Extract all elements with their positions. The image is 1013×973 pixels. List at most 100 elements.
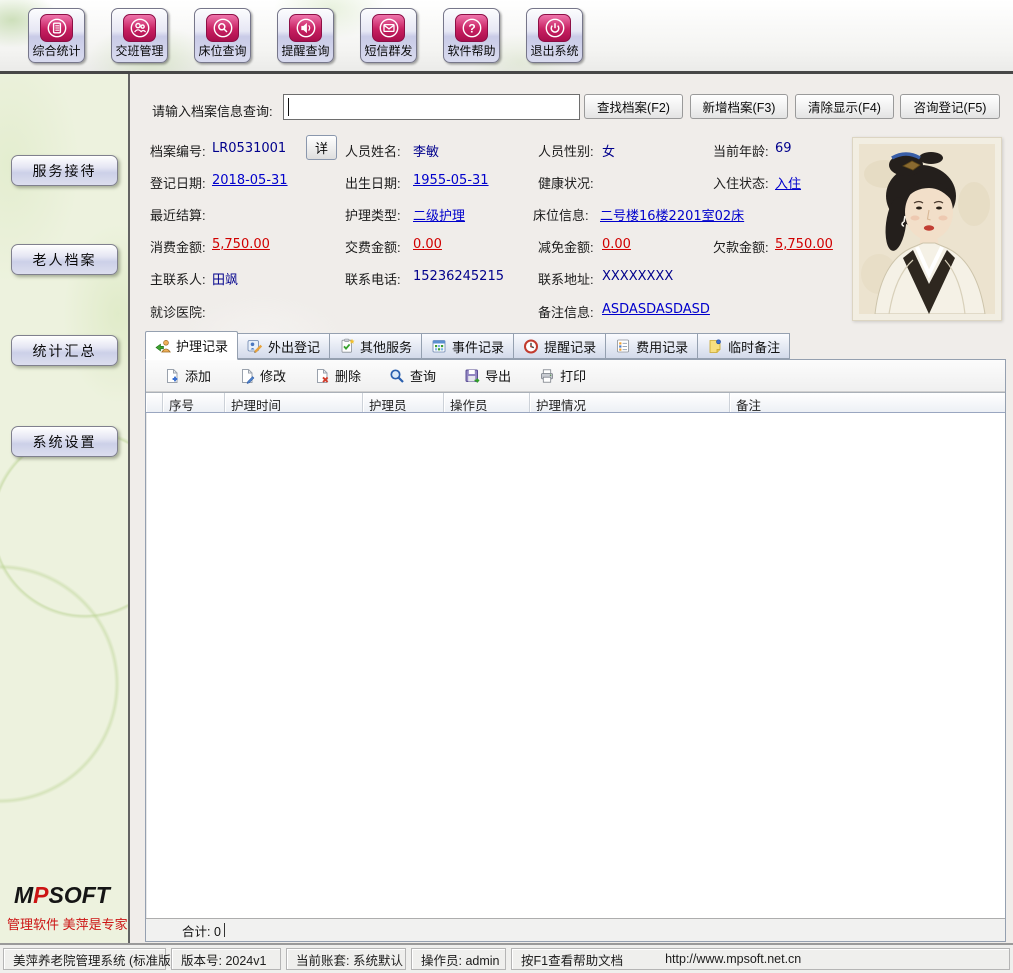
consult-register-button[interactable]: 咨询登记(F5) [900, 94, 1000, 119]
toolbar-button-label: 退出系统 [530, 45, 578, 57]
add-icon [164, 368, 180, 384]
field-value-file-no: LR0531001 [212, 141, 286, 156]
delete-icon [314, 368, 330, 384]
total-label: 合计: 0 [182, 921, 221, 940]
action-label: 导出 [485, 366, 511, 385]
sidebar-item-service-reception[interactable]: 服务接待 [11, 155, 118, 186]
field-value-discount: 0.00 [602, 237, 631, 252]
field-value-name: 李敏 [413, 141, 439, 160]
detail-button[interactable]: 详 [306, 135, 337, 160]
toolbar-button-reminder[interactable]: 提醒查询 [277, 8, 334, 63]
column-header-care-time[interactable]: 护理时间 [225, 393, 363, 412]
tab-fee-record[interactable]: 费用记录 [606, 333, 698, 359]
toolbar-button-sms[interactable]: 短信群发 [360, 8, 417, 63]
find-file-button[interactable]: 查找档案(F2) [584, 94, 683, 119]
action-label: 添加 [185, 366, 211, 385]
status-version: 版本号: 2024v1 [171, 948, 281, 970]
tab-outing-register[interactable]: 外出登记 [238, 333, 330, 359]
export-icon [464, 368, 480, 384]
column-header-carer[interactable]: 护理员 [363, 393, 444, 412]
toolbar-button-help[interactable]: ? 软件帮助 [443, 8, 500, 63]
toolbar-button-shift[interactable]: 交班管理 [111, 8, 168, 63]
sidebar-item-statistics[interactable]: 统计汇总 [11, 335, 118, 366]
field-value-status[interactable]: 入住 [775, 173, 801, 192]
tab-remind-record[interactable]: 提醒记录 [514, 333, 606, 359]
field-value-consume: 5,750.00 [212, 237, 270, 252]
field-label: 备注信息: [538, 302, 594, 321]
field-label: 当前年龄: [713, 141, 769, 160]
toolbar-button-exit[interactable]: 退出系统 [526, 8, 583, 63]
export-button[interactable]: 导出 [458, 363, 517, 388]
event-record-icon [431, 338, 447, 354]
column-header-care-detail[interactable]: 护理情况 [530, 393, 730, 412]
tab-other-service[interactable]: 其他服务 [330, 333, 422, 359]
shift-icon [123, 14, 156, 42]
tab-label: 外出登记 [268, 337, 320, 356]
tab-label: 其他服务 [360, 337, 412, 356]
field-value-bed-info[interactable]: 二号楼16楼2201室02床 [600, 205, 744, 224]
field-label: 就诊医院: [150, 302, 206, 321]
column-header-seq[interactable]: 序号 [163, 393, 225, 412]
tab-temp-note[interactable]: 临时备注 [698, 333, 790, 359]
sidebar: 服务接待 老人档案 统计汇总 系统设置 MPSOFT 管理软件 美萍是专家 [0, 74, 130, 943]
edit-icon [239, 368, 255, 384]
tab-care-record[interactable]: 护理记录 [145, 331, 238, 360]
tab-event-record[interactable]: 事件记录 [422, 333, 514, 359]
reminder-icon [289, 14, 322, 42]
print-button[interactable]: 打印 [533, 363, 592, 388]
status-help-and-url: 按F1查看帮助文档 http://www.mpsoft.net.cn [511, 948, 1010, 970]
field-value-birth-date[interactable]: 1955-05-31 [413, 173, 489, 188]
field-value-address: XXXXXXXX [602, 269, 673, 284]
tab-label: 临时备注 [728, 337, 780, 356]
field-label: 出生日期: [345, 173, 401, 192]
svg-text:?: ? [468, 21, 475, 35]
bed-search-icon [206, 14, 239, 42]
help-icon: ? [455, 14, 488, 42]
field-label: 人员姓名: [345, 141, 401, 160]
toolbar-button-stats[interactable]: 综合统计 [28, 8, 85, 63]
search-label: 请输入档案信息查询: [152, 101, 273, 120]
clear-display-button[interactable]: 清除显示(F4) [795, 94, 894, 119]
field-label: 护理类型: [345, 205, 401, 224]
status-website-link[interactable]: http://www.mpsoft.net.cn [665, 952, 801, 966]
column-header-selector[interactable] [146, 393, 163, 412]
field-value-contact: 田飒 [212, 269, 238, 288]
record-grid: 添加 修改 删除 [145, 359, 1006, 942]
field-value-age: 69 [775, 141, 792, 156]
query-button[interactable]: 查询 [383, 363, 442, 388]
field-label: 人员性别: [538, 141, 594, 160]
field-value-care-type[interactable]: 二级护理 [413, 205, 465, 224]
table-total-bar: 合计: 0 [146, 918, 1005, 941]
mpsoft-logo: MPSOFT [14, 882, 110, 909]
field-label: 健康状况: [538, 173, 594, 192]
sidebar-item-system-settings[interactable]: 系统设置 [11, 426, 118, 457]
delete-button[interactable]: 删除 [308, 363, 367, 388]
search-input[interactable] [283, 94, 580, 120]
toolbar-button-bed-search[interactable]: 床位查询 [194, 8, 251, 63]
status-help-hint: 按F1查看帮助文档 [521, 950, 623, 969]
print-icon [539, 368, 555, 384]
toolbar-button-label: 综合统计 [32, 45, 80, 57]
field-value-remark[interactable]: ASDASDASDASD [602, 302, 710, 317]
field-label: 最近结算: [150, 205, 206, 224]
other-service-icon [339, 338, 355, 354]
field-value-paid: 0.00 [413, 237, 442, 252]
text-caret [288, 98, 289, 116]
sidebar-item-elder-files[interactable]: 老人档案 [11, 244, 118, 275]
column-header-remark[interactable]: 备注 [730, 393, 1005, 412]
tab-label: 护理记录 [176, 336, 228, 355]
sms-icon [372, 14, 405, 42]
field-label: 欠款金额: [713, 237, 769, 256]
new-file-button[interactable]: 新增档案(F3) [690, 94, 788, 119]
edit-button[interactable]: 修改 [233, 363, 292, 388]
toolbar-button-label: 提醒查询 [281, 45, 329, 57]
toolbar-button-label: 交班管理 [115, 45, 163, 57]
table-header: 序号 护理时间 护理员 操作员 护理情况 备注 [146, 392, 1005, 413]
temp-note-icon [707, 338, 723, 354]
field-value-debt: 5,750.00 [775, 237, 833, 252]
column-header-operator[interactable]: 操作员 [444, 393, 530, 412]
add-button[interactable]: 添加 [158, 363, 217, 388]
field-value-reg-date[interactable]: 2018-05-31 [212, 173, 288, 188]
status-operator: 操作员: admin [411, 948, 506, 970]
stats-icon [40, 14, 73, 42]
